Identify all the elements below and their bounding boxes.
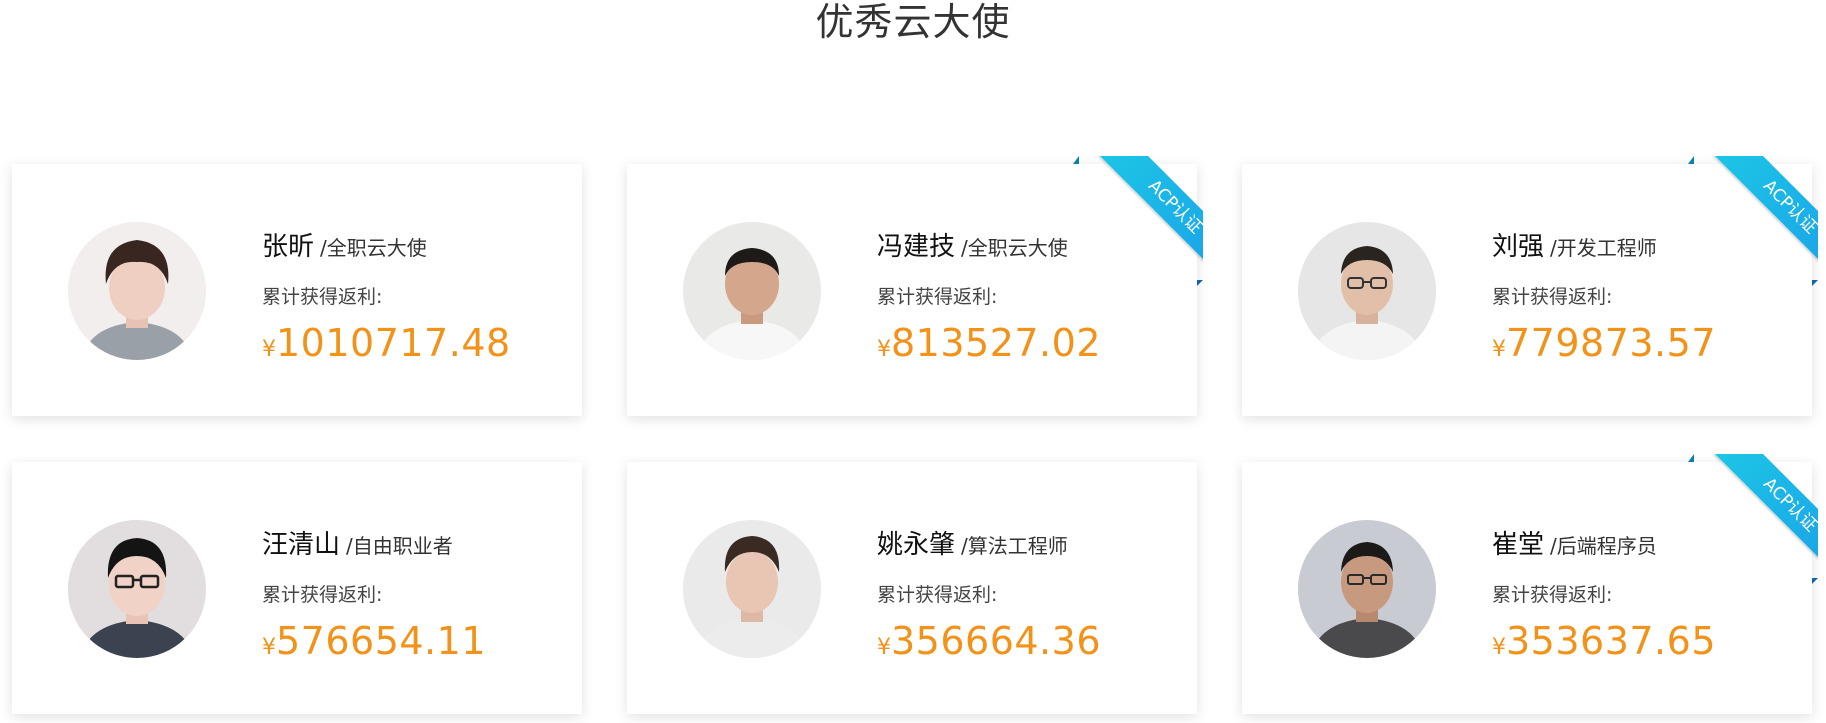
amount-value: 353637.65 [1506, 619, 1716, 663]
ambassador-name: 冯建技 [877, 232, 956, 262]
ambassador-role: /全职云大使 [961, 236, 1068, 260]
ambassador-name: 姚永肇 [877, 530, 956, 560]
currency-symbol: ¥ [877, 635, 891, 660]
ribbon-fold [1812, 578, 1818, 584]
avatar [683, 520, 821, 658]
page: 优秀云大使 张昕 /全职云大使 累计获得返利: ¥ 1010717.48 冯建技… [0, 0, 1826, 723]
rebate-label: 累计获得返利: [262, 584, 383, 606]
avatar [68, 222, 206, 360]
ribbon-fold [1197, 280, 1203, 286]
acp-badge-label: ACP认证 [1714, 454, 1818, 578]
ambassador-grid: 张昕 /全职云大使 累计获得返利: ¥ 1010717.48 冯建技 /全职云大… [12, 156, 1818, 714]
ambassador-name: 刘强 [1492, 232, 1545, 262]
rebate-amount: ¥ 813527.02 [877, 321, 1101, 365]
currency-symbol: ¥ [877, 337, 891, 362]
rebate-amount: ¥ 353637.65 [1492, 619, 1716, 663]
ambassador-role: /开发工程师 [1550, 236, 1657, 260]
avatar [68, 520, 206, 658]
ambassador-card[interactable]: 姚永肇 /算法工程师 累计获得返利: ¥ 356664.36 [627, 462, 1197, 714]
avatar [683, 222, 821, 360]
rebate-amount: ¥ 779873.57 [1492, 321, 1716, 365]
ambassador-card[interactable]: 崔堂 /后端程序员 累计获得返利: ¥ 353637.65 ACP认证 [1242, 454, 1818, 714]
acp-badge-label: ACP认证 [1099, 156, 1203, 280]
rebate-label: 累计获得返利: [262, 286, 383, 308]
rebate-amount: ¥ 576654.11 [262, 619, 486, 663]
ambassador-name: 崔堂 [1492, 530, 1545, 560]
ambassador-role: /全职云大使 [320, 236, 427, 260]
acp-badge: ACP认证 [1079, 156, 1203, 280]
amount-value: 576654.11 [276, 619, 486, 663]
amount-value: 356664.36 [891, 619, 1101, 663]
rebate-label: 累计获得返利: [1492, 584, 1613, 606]
rebate-label: 累计获得返利: [1492, 286, 1613, 308]
rebate-label: 累计获得返利: [877, 286, 998, 308]
ambassador-card[interactable]: 张昕 /全职云大使 累计获得返利: ¥ 1010717.48 [12, 164, 582, 416]
ambassador-role: /后端程序员 [1550, 534, 1657, 558]
currency-symbol: ¥ [1492, 337, 1506, 362]
currency-symbol: ¥ [262, 337, 276, 362]
rebate-label: 累计获得返利: [877, 584, 998, 606]
ambassador-name: 汪清山 [262, 530, 341, 560]
avatar [1298, 222, 1436, 360]
rebate-amount: ¥ 1010717.48 [262, 321, 511, 365]
rebate-amount: ¥ 356664.36 [877, 619, 1101, 663]
acp-badge: ACP认证 [1694, 156, 1818, 280]
acp-badge: ACP认证 [1694, 454, 1818, 578]
ambassador-role: /自由职业者 [346, 534, 453, 558]
currency-symbol: ¥ [1492, 635, 1506, 660]
ambassador-role: /算法工程师 [961, 534, 1068, 558]
ambassador-name: 张昕 [262, 232, 315, 262]
section-title: 优秀云大使 [815, 0, 1011, 44]
amount-value: 1010717.48 [276, 321, 511, 365]
avatar [1298, 520, 1436, 658]
amount-value: 813527.02 [891, 321, 1101, 365]
amount-value: 779873.57 [1506, 321, 1716, 365]
ambassador-card[interactable]: 汪清山 /自由职业者 累计获得返利: ¥ 576654.11 [12, 462, 582, 714]
ribbon-fold [1812, 280, 1818, 286]
ambassador-card[interactable]: 刘强 /开发工程师 累计获得返利: ¥ 779873.57 ACP认证 [1242, 156, 1818, 416]
currency-symbol: ¥ [262, 635, 276, 660]
ambassador-card[interactable]: 冯建技 /全职云大使 累计获得返利: ¥ 813527.02 ACP认证 [627, 156, 1203, 416]
acp-badge-label: ACP认证 [1714, 156, 1818, 280]
